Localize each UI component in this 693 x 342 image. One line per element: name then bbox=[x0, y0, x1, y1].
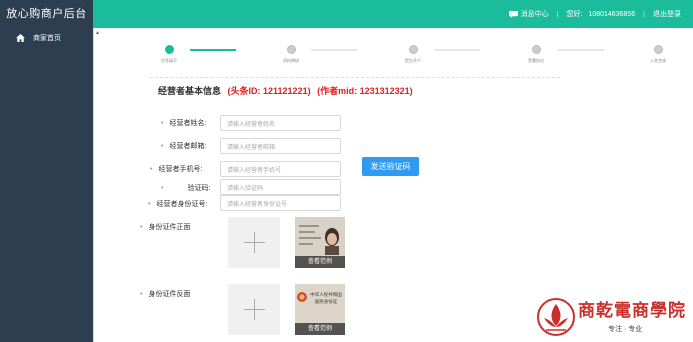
step-dot bbox=[653, 45, 663, 54]
step-label: 入驻完成 bbox=[650, 58, 666, 63]
header-divider: | bbox=[643, 10, 645, 18]
name-input[interactable]: 请输入经营者姓名 bbox=[220, 115, 341, 131]
step-2: 资料审核 bbox=[271, 45, 311, 64]
step-5: 入驻完成 bbox=[638, 45, 678, 64]
step-3: 提交开户 bbox=[393, 45, 433, 64]
id-front-upload[interactable] bbox=[228, 217, 280, 268]
header-divider: | bbox=[556, 10, 559, 18]
form-row-email: • 经营者邮箱: bbox=[161, 141, 217, 151]
top-header: 消息中心 | 您好: 108014636856 | 退出登录 bbox=[93, 0, 693, 28]
bullet: • bbox=[140, 223, 143, 231]
step-4: 签署协议 bbox=[516, 45, 556, 64]
id-number-input[interactable]: 请输入经营者身份证号 bbox=[220, 195, 341, 211]
scroll-up-arrow-icon[interactable]: ▲ bbox=[95, 30, 101, 36]
id-back-sample: 中华人民共和国 居民身份证 查看范例 bbox=[295, 284, 345, 335]
user-account: 108014636856 bbox=[588, 10, 636, 18]
watermark-logo: 商乾電商學院 专注 · 专业 bbox=[536, 294, 690, 340]
send-code-button[interactable]: 发送验证码 bbox=[362, 157, 419, 176]
sidebar: 放心购商户后台 商家首页 bbox=[0, 0, 93, 342]
watermark-name: 商乾電商學院 bbox=[578, 301, 686, 321]
step-label: 提交开户 bbox=[405, 58, 421, 63]
field-label: 验证码: bbox=[187, 185, 211, 192]
id-front-label: 身份证件正面 bbox=[148, 224, 191, 231]
chat-icon bbox=[508, 10, 518, 18]
greeting-text: 您好: bbox=[566, 11, 583, 18]
id-back-sample-text: 中华人民共和国 居民身份证 bbox=[310, 292, 342, 304]
step-connector bbox=[190, 49, 236, 51]
lotus-logo-icon bbox=[537, 298, 575, 336]
field-label: 经营者手机号: bbox=[158, 166, 203, 173]
verification-code-input[interactable]: 请输入验证码 bbox=[220, 179, 341, 195]
message-center-link[interactable]: 消息中心 bbox=[508, 9, 549, 19]
form-row-name: • 经营者姓名: bbox=[161, 118, 217, 128]
step-label: 签署协议 bbox=[528, 58, 544, 63]
bullet: • bbox=[161, 142, 164, 150]
step-connector bbox=[311, 49, 357, 51]
sidebar-item-home[interactable]: 商家首页 bbox=[0, 28, 93, 48]
plus-icon bbox=[254, 299, 255, 320]
watermark-slogan: 专注 · 专业 bbox=[608, 326, 643, 333]
author-mid: (作者mid: 1231312321) bbox=[317, 86, 413, 96]
progress-steps: 信息填写 资料审核 提交开户 签署协议 入驻完成 bbox=[138, 45, 693, 75]
section-divider bbox=[150, 77, 560, 78]
id-back-row: • 身份证件反面 bbox=[140, 289, 190, 299]
plus-icon bbox=[254, 232, 255, 253]
toutiao-id: (头条ID: 121121221) bbox=[227, 86, 311, 96]
step-label: 信息填写 bbox=[161, 58, 177, 63]
field-label: 经营者姓名: bbox=[169, 120, 207, 127]
view-sample-link[interactable]: 查看范例 bbox=[295, 323, 345, 335]
step-dot bbox=[164, 45, 174, 54]
step-dot bbox=[408, 45, 418, 54]
bullet: • bbox=[161, 184, 164, 192]
field-label: 经营者身份证号: bbox=[156, 201, 208, 208]
bullet: • bbox=[150, 165, 153, 173]
home-icon bbox=[16, 34, 25, 42]
id-front-sample: 查看范例 bbox=[295, 217, 345, 268]
user-info: 您好: 108014636856 bbox=[567, 9, 636, 19]
id-back-upload[interactable] bbox=[228, 284, 280, 335]
bullet: • bbox=[140, 290, 143, 298]
step-1: 信息填写 bbox=[149, 45, 189, 64]
step-dot bbox=[531, 45, 541, 54]
field-label: 经营者邮箱: bbox=[169, 143, 207, 150]
form-title: 经营者基本信息 bbox=[158, 86, 222, 96]
bullet: • bbox=[161, 119, 164, 127]
sidebar-brand: 放心购商户后台 bbox=[6, 8, 87, 20]
phone-input[interactable]: 请输入经营者手机号 bbox=[220, 161, 341, 177]
form-row-phone: • 经营者手机号: bbox=[150, 164, 202, 174]
form-row-id-number: • 经营者身份证号: bbox=[148, 199, 207, 209]
logout-link[interactable]: 退出登录 bbox=[653, 9, 681, 19]
bullet: • bbox=[148, 200, 151, 208]
id-back-label: 身份证件反面 bbox=[148, 291, 191, 298]
app-root: 放心购商户后台 商家首页 消息中心 | 您好: 108014636856 | 退… bbox=[0, 0, 693, 342]
step-dot bbox=[286, 45, 296, 54]
email-input[interactable]: 请输入经营者邮箱 bbox=[220, 138, 341, 154]
step-label: 资料审核 bbox=[283, 58, 299, 63]
section-title: 经营者基本信息 (头条ID: 121121221) (作者mid: 123131… bbox=[158, 84, 413, 97]
message-center-label: 消息中心 bbox=[520, 11, 549, 18]
id-front-row: • 身份证件正面 bbox=[140, 222, 190, 232]
view-sample-link[interactable]: 查看范例 bbox=[295, 256, 345, 268]
step-connector bbox=[434, 49, 480, 51]
form-row-code: • 验证码: bbox=[161, 183, 210, 193]
step-connector bbox=[558, 49, 604, 51]
sidebar-item-label: 商家首页 bbox=[33, 35, 61, 42]
